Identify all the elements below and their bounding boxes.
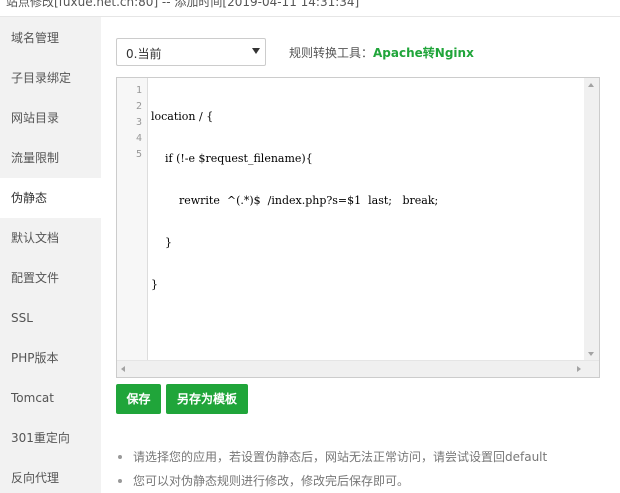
rewrite-rule-select-value: 0.当前 bbox=[126, 47, 162, 61]
sidebar-item-tomcat[interactable]: Tomcat bbox=[0, 378, 101, 418]
converter-label-text: 规则转换工具： bbox=[289, 46, 374, 60]
line-number: 2 bbox=[135, 101, 142, 112]
scroll-left-icon[interactable] bbox=[121, 366, 125, 372]
dialog-title-bar: 站点修改[fuxue.net.cn:80] -- 添加时间[2019-04-11… bbox=[0, 0, 620, 17]
sidebar-item-subdir-binding[interactable]: 子目录绑定 bbox=[0, 58, 101, 98]
line-number: 4 bbox=[135, 133, 142, 144]
sidebar-item-301-redirect[interactable]: 301重定向 bbox=[0, 418, 101, 458]
bullet-icon bbox=[118, 455, 122, 459]
tip-text: 您可以对伪静态规则进行修改，修改完后保存即可。 bbox=[133, 474, 410, 488]
code-line: } bbox=[151, 236, 172, 249]
save-button[interactable]: 保存 bbox=[116, 384, 161, 414]
rewrite-rule-select[interactable]: 0.当前 bbox=[116, 38, 266, 66]
save-as-template-button[interactable]: 另存为模板 bbox=[166, 384, 248, 414]
converter-label: 规则转换工具：Apache转Nginx bbox=[289, 44, 474, 61]
sidebar-item-ssl[interactable]: SSL bbox=[0, 298, 101, 338]
sidebar-item-default-document[interactable]: 默认文档 bbox=[0, 218, 101, 258]
sidebar-item-domain[interactable]: 域名管理 bbox=[0, 18, 101, 58]
chevron-down-icon bbox=[252, 48, 260, 54]
apache-to-nginx-link[interactable]: Apache转Nginx bbox=[373, 46, 474, 60]
code-line: if (!-e $request_filename){ bbox=[151, 152, 313, 165]
line-number-gutter: 1 2 3 4 5 bbox=[117, 78, 148, 361]
tip-item: 您可以对伪静态规则进行修改，修改完后保存即可。 bbox=[118, 474, 547, 493]
line-number: 3 bbox=[135, 117, 142, 128]
sidebar-item-reverse-proxy[interactable]: 反向代理 bbox=[0, 458, 101, 493]
vertical-scrollbar[interactable] bbox=[584, 78, 599, 361]
settings-sidebar: 域名管理 子目录绑定 网站目录 流量限制 伪静态 默认文档 配置文件 SSL P… bbox=[0, 17, 101, 493]
scroll-right-icon[interactable] bbox=[577, 366, 581, 372]
rewrite-code-editor[interactable]: 1 2 3 4 5 location / { if (!-e $request_… bbox=[116, 77, 600, 378]
bullet-icon bbox=[118, 479, 122, 483]
sidebar-item-traffic-limit[interactable]: 流量限制 bbox=[0, 138, 101, 178]
code-line: location / { bbox=[151, 110, 214, 123]
line-number: 5 bbox=[135, 149, 142, 160]
sidebar-item-rewrite[interactable]: 伪静态 bbox=[0, 178, 101, 218]
sidebar-item-config-file[interactable]: 配置文件 bbox=[0, 258, 101, 298]
scroll-down-icon[interactable] bbox=[588, 352, 594, 356]
tip-text: 请选择您的应用，若设置伪静态后，网站无法正常访问，请尝试设置回default bbox=[133, 450, 548, 464]
code-line: rewrite ^(.*)$ /index.php?s=$1 last; bre… bbox=[151, 194, 439, 207]
code-content[interactable]: location / { if (!-e $request_filename){… bbox=[151, 83, 438, 319]
horizontal-scrollbar[interactable] bbox=[117, 360, 599, 377]
dialog-title: 站点修改[fuxue.net.cn:80] -- 添加时间[2019-04-11… bbox=[6, 0, 360, 9]
help-tips: 请选择您的应用，若设置伪静态后，网站无法正常访问，请尝试设置回default 您… bbox=[118, 450, 547, 493]
sidebar-item-site-directory[interactable]: 网站目录 bbox=[0, 98, 101, 138]
scroll-up-icon[interactable] bbox=[588, 83, 594, 87]
sidebar-item-php-version[interactable]: PHP版本 bbox=[0, 338, 101, 378]
line-number: 1 bbox=[135, 85, 142, 96]
code-line: } bbox=[151, 278, 158, 291]
tip-item: 请选择您的应用，若设置伪静态后，网站无法正常访问，请尝试设置回default bbox=[118, 450, 547, 474]
